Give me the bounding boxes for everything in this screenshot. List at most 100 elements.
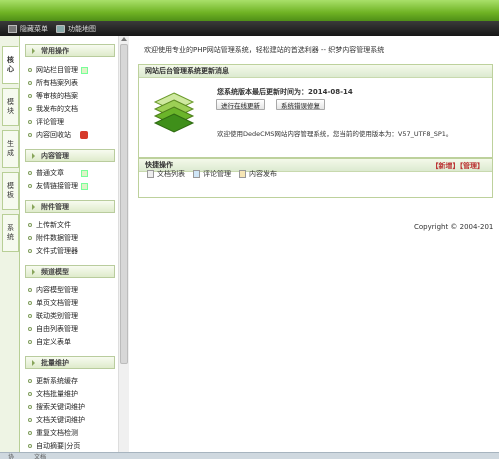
bullet-icon: [28, 340, 32, 344]
scroll-up-icon[interactable]: [121, 37, 127, 41]
group-header-attachment[interactable]: 附件管理: [25, 200, 115, 213]
add-icon[interactable]: [81, 182, 88, 190]
top-toolbar: 隐藏菜单 功能地图: [0, 21, 499, 36]
welcome-text: 欢迎使用专业的PHP网站管理系统，轻松建站的首选利器 -- 织梦内容管理系统: [144, 46, 385, 54]
hide-menu-icon: [8, 24, 17, 33]
menu-label: 文档批量维护: [36, 390, 78, 398]
expand-arrow-icon: [32, 152, 35, 159]
shield-icon: [80, 131, 88, 139]
function-map-label: 功能地图: [68, 24, 96, 33]
dedecms-logo-icon: [153, 92, 195, 133]
version-description: 欢迎使用DedeCMS网站内容管理系统，您当前的使用版本为：V57_UTF8_S…: [217, 130, 453, 138]
menu-label: 网站栏目管理: [36, 66, 78, 74]
bullet-icon: [28, 107, 32, 111]
bottom-taskbar: 协 文档: [0, 452, 499, 459]
bullet-icon: [28, 120, 32, 124]
menu-item-content-model[interactable]: 内容模型管理: [28, 284, 114, 296]
menu-label: 等审核的档案: [36, 92, 78, 100]
group-header-channel-model[interactable]: 频道模型: [25, 265, 115, 278]
group-header-batch[interactable]: 批量维护: [25, 356, 115, 369]
menu-item-pending-archives[interactable]: 等审核的档案: [28, 90, 114, 102]
group-header-common[interactable]: 常用操作: [25, 44, 115, 57]
quick-comment-manage[interactable]: 评论管理: [193, 169, 231, 179]
bottom-left-label: 协: [8, 453, 15, 459]
quick-doc-list[interactable]: 文档列表: [147, 169, 185, 179]
menu-item-file-manager[interactable]: 文件式管理器: [28, 245, 114, 257]
menu-item-free-list[interactable]: 自由列表管理: [28, 323, 114, 335]
expand-arrow-icon: [32, 203, 35, 210]
bullet-icon: [28, 133, 32, 137]
vtab-generate[interactable]: 生成: [2, 130, 19, 168]
menu-item-custom-form[interactable]: 自定义表单: [28, 336, 114, 348]
group-title: 频道模型: [41, 267, 69, 276]
bullet-icon: [28, 68, 32, 72]
menu-item-my-docs[interactable]: 我发布的文档: [28, 103, 114, 115]
vtab-core[interactable]: 核心: [2, 46, 19, 84]
publish-icon: [239, 170, 246, 178]
panel-title-text: 网站后台管理系统更新消息: [145, 67, 229, 75]
menu-label: 重复文档检测: [36, 429, 78, 437]
update-panel-title: 网站后台管理系统更新消息: [139, 65, 492, 78]
expand-arrow-icon: [32, 359, 35, 366]
menu-item-attach-data[interactable]: 附件数据管理: [28, 232, 114, 244]
menu-label: 自动摘要|分页: [36, 442, 81, 450]
menu-item-recycle-bin[interactable]: 内容回收站: [28, 129, 114, 141]
bullet-icon: [28, 327, 32, 331]
online-update-button[interactable]: 进行在线更新: [216, 99, 265, 110]
bullet-icon: [28, 405, 32, 409]
add-manage-links[interactable]: 【新增】【管理】: [432, 161, 485, 171]
menu-item-friendlink[interactable]: 友情链接管理: [28, 180, 114, 192]
function-map-button[interactable]: 功能地图: [56, 24, 96, 34]
group-title: 批量维护: [41, 358, 69, 367]
menu-label: 自定义表单: [36, 338, 71, 346]
menu-item-search-keywords[interactable]: 搜索关键词维护: [28, 401, 114, 413]
menu-label: 更新系统缓存: [36, 377, 78, 385]
sidebar-scrollbar[interactable]: [118, 36, 129, 459]
vtab-module[interactable]: 模块: [2, 88, 19, 126]
hide-menu-label: 隐藏菜单: [20, 24, 48, 33]
map-icon: [56, 24, 65, 33]
quick-content-publish[interactable]: 内容发布: [239, 169, 277, 179]
menu-item-upload-file[interactable]: 上传新文件: [28, 219, 114, 231]
document-icon: [147, 170, 154, 178]
menu-item-single-page[interactable]: 单页文档管理: [28, 297, 114, 309]
group-title: 内容管理: [41, 151, 69, 160]
menu-label: 内容回收站: [36, 131, 71, 139]
add-icon[interactable]: [81, 66, 88, 74]
group-header-content[interactable]: 内容管理: [25, 149, 115, 162]
menu-label: 内容模型管理: [36, 286, 78, 294]
bullet-icon: [28, 249, 32, 253]
menu-item-duplicate-check[interactable]: 重复文档检测: [28, 427, 114, 439]
top-banner: [0, 0, 499, 21]
menu-item-article[interactable]: 普通文章: [28, 167, 114, 179]
group-title: 常用操作: [41, 46, 69, 55]
bottom-right-label: 文档: [34, 453, 47, 459]
quick-label: 文档列表: [157, 170, 185, 178]
vtab-template[interactable]: 模板: [2, 172, 19, 210]
bullet-icon: [28, 288, 32, 292]
quick-label: 内容发布: [249, 170, 277, 178]
version-update-time: 您系统版本最后更新时间为：2014-08-14: [217, 88, 353, 96]
menu-item-column-manage[interactable]: 网站栏目管理: [28, 64, 114, 76]
bullet-icon: [28, 301, 32, 305]
bullet-icon: [28, 431, 32, 435]
add-icon[interactable]: [81, 169, 88, 177]
menu-label: 上传新文件: [36, 221, 71, 229]
menu-item-linked-category[interactable]: 联动类别管理: [28, 310, 114, 322]
vtab-system[interactable]: 系统: [2, 214, 19, 252]
menu-item-update-cache[interactable]: 更新系统缓存: [28, 375, 114, 387]
menu-label: 文件式管理器: [36, 247, 78, 255]
menu-label: 友情链接管理: [36, 182, 78, 190]
scroll-thumb[interactable]: [120, 44, 128, 364]
menu-item-all-archives[interactable]: 所有档案列表: [28, 77, 114, 89]
menu-item-auto-summary[interactable]: 自动摘要|分页: [28, 440, 114, 452]
menu-item-comments[interactable]: 评论管理: [28, 116, 114, 128]
error-fix-button[interactable]: 系统错误修复: [276, 99, 325, 110]
menu-item-batch-docs[interactable]: 文档批量维护: [28, 388, 114, 400]
menu-label: 单页文档管理: [36, 299, 78, 307]
menu-label: 我发布的文档: [36, 105, 78, 113]
menu-item-doc-keywords[interactable]: 文档关键词维护: [28, 414, 114, 426]
bullet-icon: [28, 223, 32, 227]
hide-menu-button[interactable]: 隐藏菜单: [8, 24, 48, 34]
expand-arrow-icon: [32, 268, 35, 275]
